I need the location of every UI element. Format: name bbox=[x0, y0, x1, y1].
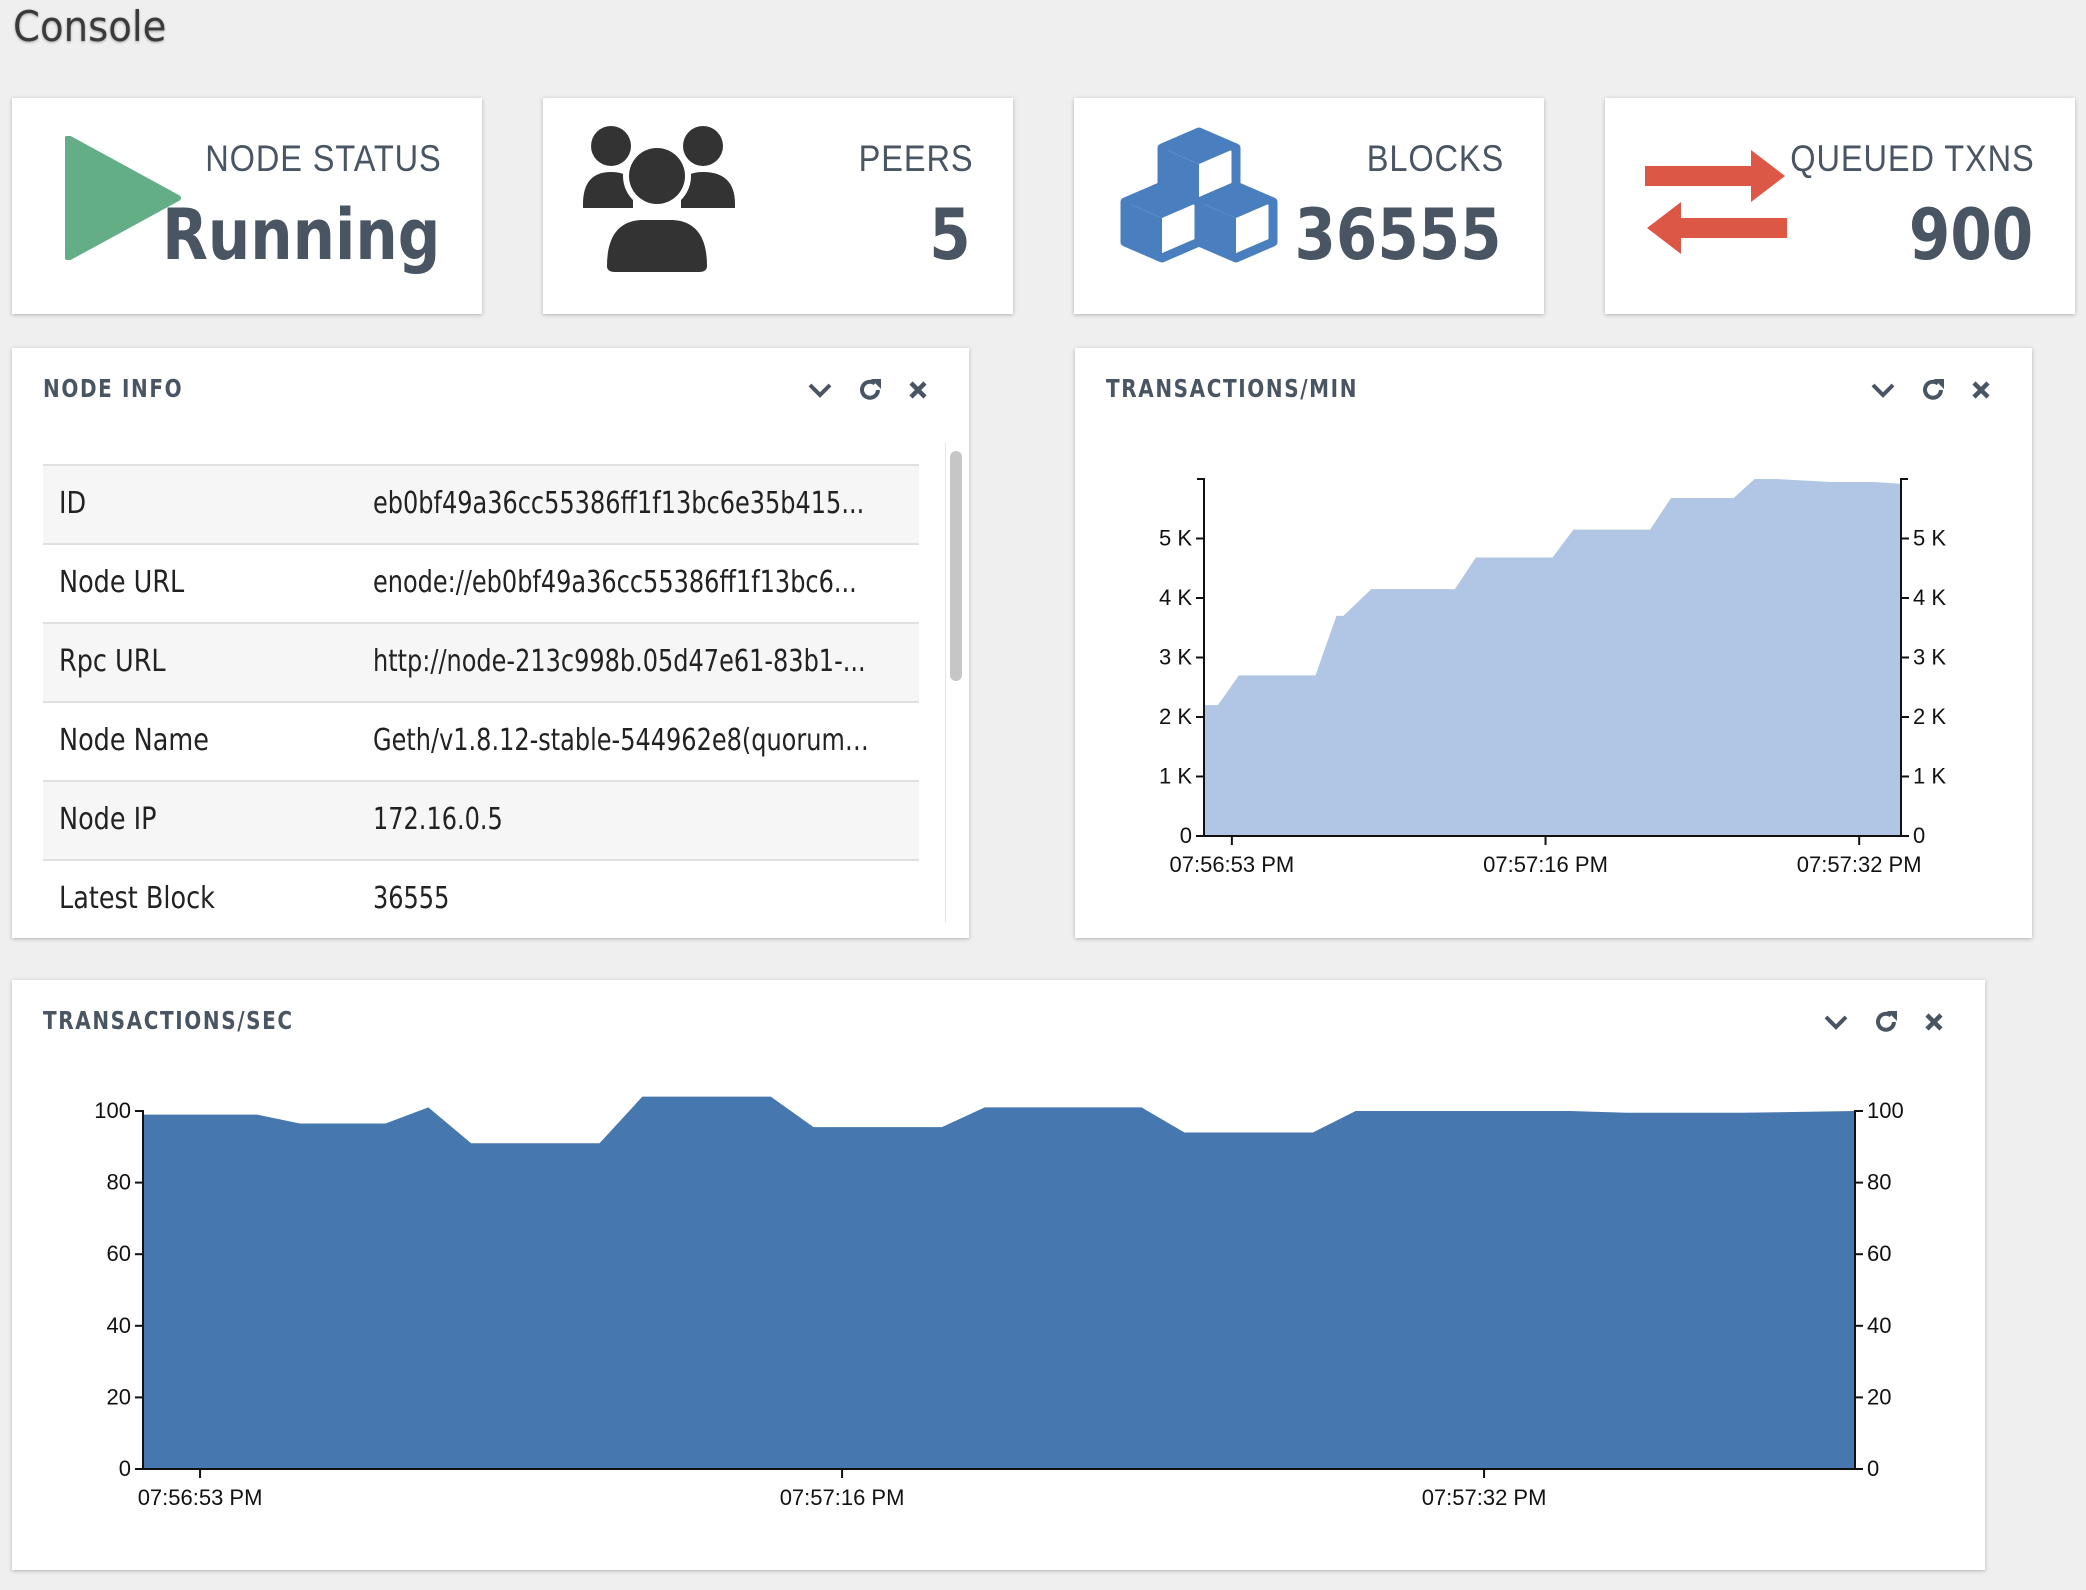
y-tick-label-left: 3 K bbox=[1159, 645, 1192, 670]
node-status-label: NODE STATUS bbox=[205, 138, 442, 179]
queued-txns-card: QUEUED TXNS 900 bbox=[1605, 98, 2075, 314]
row-key: Node IP bbox=[59, 802, 157, 837]
y-tick-label-right: 0 bbox=[1913, 823, 1925, 848]
page-title: Console bbox=[13, 2, 167, 51]
y-tick-label-right: 5 K bbox=[1913, 526, 1946, 551]
y-tick-label-right: 1 K bbox=[1913, 764, 1946, 789]
row-key: ID bbox=[59, 486, 87, 521]
queued-txns-value: 900 bbox=[1908, 194, 2033, 276]
y-tick-label-right: 20 bbox=[1867, 1384, 1891, 1409]
y-tick-label-right: 60 bbox=[1867, 1241, 1891, 1266]
exchange-icon bbox=[1643, 148, 1789, 261]
table-row: Node IP 172.16.0.5 bbox=[43, 780, 919, 859]
y-tick-label-left: 80 bbox=[107, 1170, 131, 1195]
collapse-button[interactable] bbox=[806, 376, 834, 404]
scrollbar[interactable] bbox=[945, 443, 966, 923]
peers-card: PEERS 5 bbox=[543, 98, 1013, 314]
y-tick-label-right: 40 bbox=[1867, 1313, 1891, 1338]
table-row: Node Name Geth/v1.8.12-stable-544962e8(qu… bbox=[43, 701, 919, 780]
table-row: Latest Block 36555 bbox=[43, 859, 919, 938]
row-value: enode://eb0bf49a36cc55386ff1f13bc6... bbox=[373, 565, 857, 600]
y-tick-label-right: 3 K bbox=[1913, 645, 1946, 670]
y-tick-label-right: 2 K bbox=[1913, 704, 1946, 729]
row-key: Rpc URL bbox=[59, 644, 166, 679]
node-status-value: Running bbox=[161, 194, 440, 276]
scroll-thumb[interactable] bbox=[950, 451, 962, 681]
area-series bbox=[143, 1096, 1855, 1469]
blocks-card: BLOCKS 36555 bbox=[1074, 98, 1544, 314]
peers-label: PEERS bbox=[858, 138, 973, 179]
chevron-down-icon bbox=[808, 383, 832, 398]
row-value: http://node-213c998b.05d47e61-83b1-... bbox=[373, 644, 866, 679]
cubes-icon bbox=[1112, 126, 1286, 277]
y-tick-label-left: 4 K bbox=[1159, 585, 1192, 610]
x-tick-label: 07:56:53 PM bbox=[1170, 852, 1295, 877]
refresh-icon bbox=[860, 379, 881, 400]
row-value: 36555 bbox=[373, 881, 450, 916]
x-tick-label: 07:57:16 PM bbox=[780, 1485, 905, 1510]
y-tick-label-right: 100 bbox=[1867, 1098, 1904, 1123]
y-tick-label-left: 20 bbox=[107, 1384, 131, 1409]
panel-title: NODE INFO bbox=[43, 374, 184, 403]
x-tick-label: 07:57:32 PM bbox=[1797, 852, 1922, 877]
close-button[interactable] bbox=[904, 376, 932, 404]
node-info-panel: NODE INFO ID eb0bf49a36cc55386ff1f13bc6e3… bbox=[12, 348, 969, 938]
y-tick-label-left: 40 bbox=[107, 1313, 131, 1338]
row-key: Latest Block bbox=[59, 881, 215, 916]
queued-txns-label: QUEUED TXNS bbox=[1790, 138, 2035, 179]
transactions-sec-chart: 0 0 20 20 40 40 60 60 80 80 100 100 07:56:53 PM 07:57… bbox=[94, 1096, 1904, 1510]
x-tick-label: 07:57:32 PM bbox=[1422, 1485, 1547, 1510]
txn-min-panel: TRANSACTIONS/MIN 001 K1 K2 K2 K3 K3 K4 K… bbox=[1075, 348, 2032, 938]
node-info-table: ID eb0bf49a36cc55386ff1f13bc6e35b415... N… bbox=[43, 464, 919, 938]
row-key: Node Name bbox=[59, 723, 209, 758]
y-tick-label-left: 0 bbox=[119, 1456, 131, 1481]
y-tick-label-right: 0 bbox=[1867, 1456, 1879, 1481]
row-value: Geth/v1.8.12-stable-544962e8(quorum-... bbox=[373, 723, 869, 758]
y-tick-label-left: 60 bbox=[107, 1241, 131, 1266]
y-tick-label-left: 2 K bbox=[1159, 704, 1192, 729]
node-status-card: NODE STATUS Running bbox=[12, 98, 482, 314]
txn-sec-panel: TRANSACTIONS/SEC 0 0 20 20 40 40 60 60 80 80 100 10… bbox=[12, 980, 1985, 1570]
blocks-value: 36555 bbox=[1294, 194, 1502, 276]
y-tick-label-right: 80 bbox=[1867, 1170, 1891, 1195]
refresh-button[interactable] bbox=[856, 376, 884, 404]
table-row: ID eb0bf49a36cc55386ff1f13bc6e35b415... bbox=[43, 464, 919, 543]
table-row: Node URL enode://eb0bf49a36cc55386ff1f13b… bbox=[43, 543, 919, 622]
users-icon bbox=[581, 126, 737, 277]
y-tick-label-left: 100 bbox=[94, 1098, 131, 1123]
x-tick-label: 07:56:53 PM bbox=[138, 1485, 263, 1510]
row-key: Node URL bbox=[59, 565, 185, 600]
y-tick-label-left: 0 bbox=[1180, 823, 1192, 848]
y-tick-label-right: 4 K bbox=[1913, 585, 1946, 610]
y-tick-label-left: 5 K bbox=[1159, 526, 1192, 551]
area-series bbox=[1204, 479, 1901, 836]
row-value: eb0bf49a36cc55386ff1f13bc6e35b415... bbox=[373, 486, 865, 521]
y-tick-label-left: 1 K bbox=[1159, 764, 1192, 789]
blocks-label: BLOCKS bbox=[1366, 138, 1504, 179]
row-value: 172.16.0.5 bbox=[373, 802, 503, 837]
transactions-min-chart: 0 0 1 K 1 K 2 K 2 K 3 K 3 K 4 K 4 K 5 K 5 K 07:56:53… bbox=[1159, 478, 1946, 877]
peers-value: 5 bbox=[929, 194, 971, 276]
close-icon bbox=[909, 381, 927, 399]
x-tick-label: 07:57:16 PM bbox=[1483, 852, 1608, 877]
table-row: Rpc URL http://node-213c998b.05d47e61-83b… bbox=[43, 622, 919, 701]
